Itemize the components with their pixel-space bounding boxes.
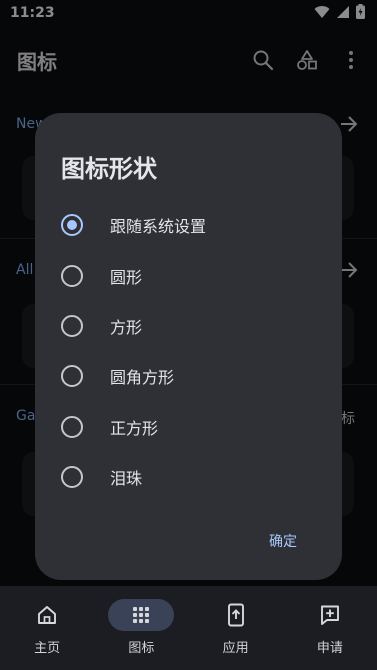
nav-label: 主页 — [34, 641, 61, 656]
confirm-button[interactable]: 确定 — [261, 527, 305, 555]
radio-button[interactable] — [61, 415, 83, 438]
radio-button[interactable] — [61, 365, 83, 388]
radio-button[interactable] — [61, 214, 83, 237]
apps-grid-icon — [108, 599, 175, 631]
nav-label: 应用 — [222, 641, 249, 656]
radio-button[interactable] — [61, 264, 83, 287]
option-follow-system[interactable]: 跟随系统设置 — [61, 200, 321, 250]
option-circle[interactable]: 圆形 — [61, 250, 321, 300]
nav-label: 图标 — [128, 641, 155, 656]
option-rounded-square[interactable]: 圆角方形 — [61, 351, 321, 401]
request-add-icon — [297, 599, 363, 631]
option-label: 跟随系统设置 — [110, 217, 207, 237]
nav-item-request[interactable]: 申请 — [283, 586, 377, 670]
dialog-title: 图标形状 — [61, 155, 157, 183]
nav-item-apps[interactable]: 应用 — [189, 586, 283, 670]
bottom-nav: 主页 图标 应用 申请 — [0, 586, 377, 670]
icon-shape-dialog: 图标形状 跟随系统设置 圆形 方形 圆角方形 正方形 泪珠 确定 — [35, 113, 342, 580]
app-upload-icon — [203, 599, 269, 631]
nav-label: 申请 — [316, 641, 343, 656]
shape-options: 跟随系统设置 圆形 方形 圆角方形 正方形 泪珠 — [61, 200, 321, 502]
nav-item-icons[interactable]: 图标 — [94, 586, 188, 670]
option-label: 泪珠 — [110, 469, 143, 489]
option-squircle[interactable]: 正方形 — [61, 402, 321, 452]
radio-button[interactable] — [61, 314, 83, 337]
option-label: 方形 — [110, 317, 143, 337]
option-square[interactable]: 方形 — [61, 301, 321, 351]
nav-item-home[interactable]: 主页 — [0, 586, 94, 670]
home-icon — [14, 599, 80, 631]
option-label: 圆形 — [110, 267, 143, 287]
option-label: 圆角方形 — [110, 368, 175, 388]
option-label: 正方形 — [110, 418, 159, 438]
radio-button[interactable] — [61, 466, 83, 489]
option-teardrop[interactable]: 泪珠 — [61, 452, 321, 502]
